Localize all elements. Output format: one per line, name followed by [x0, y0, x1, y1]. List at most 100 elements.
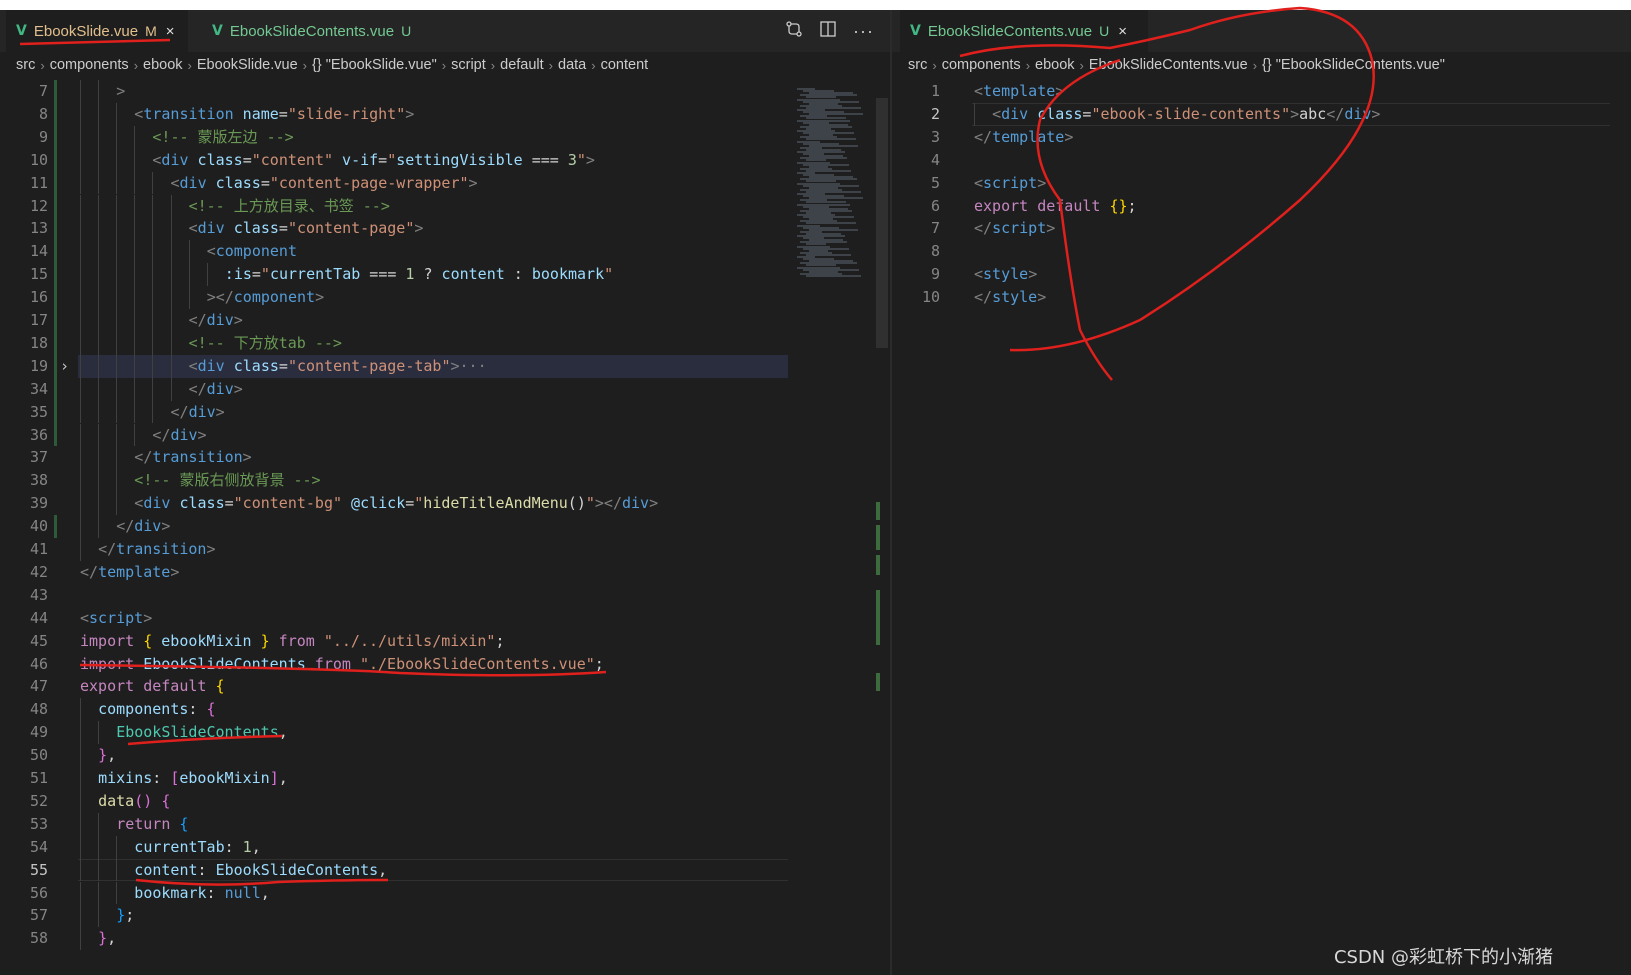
breadcrumb-item[interactable]: components: [942, 57, 1021, 73]
line-number: 8: [38, 104, 48, 123]
breadcrumb-item[interactable]: {} "EbookSlide.vue": [312, 57, 437, 73]
code-line[interactable]: 42 </template>: [0, 561, 790, 584]
code-line[interactable]: 12 <!-- 上方放目录、书签 -->: [0, 194, 790, 218]
breadcrumb-item[interactable]: data: [558, 57, 586, 73]
code-line[interactable]: 17 </div>: [0, 309, 790, 332]
code-line[interactable]: 15:is="currentTab === 1 ? content : book…: [0, 263, 790, 287]
code-token: template: [992, 127, 1065, 146]
breadcrumb-item[interactable]: content: [601, 57, 649, 73]
code-line[interactable]: 53 return {: [0, 812, 790, 836]
code-line[interactable]: 36 </div>: [0, 423, 790, 447]
code-line[interactable]: 5 <script>: [892, 172, 1612, 195]
breadcrumb-item[interactable]: script: [451, 57, 486, 73]
code-line[interactable]: 47 export default {: [0, 675, 790, 698]
code-token: template: [983, 82, 1056, 100]
indent-guide: [116, 377, 118, 401]
code-line[interactable]: 38 <!-- 蒙版右侧放背景 -->: [0, 469, 790, 493]
code-line[interactable]: 34 </div>: [0, 377, 790, 401]
more-actions-icon[interactable]: ···: [853, 21, 874, 42]
code-line[interactable]: 45 import { ebookMixin } from "../../util…: [0, 630, 790, 653]
code-line[interactable]: 10 </style>: [892, 286, 1612, 309]
code-line[interactable]: 55 content: EbookSlideContents,: [0, 858, 790, 882]
code-line[interactable]: 54 currentTab: 1,: [0, 835, 790, 859]
code-line[interactable]: 9 <!-- 蒙版左边 -->: [0, 125, 790, 149]
code-token: "slide-right": [287, 104, 406, 123]
code-token: ,: [107, 746, 117, 765]
indent-guide: [116, 263, 118, 287]
code-line[interactable]: 40 </div>: [0, 515, 790, 538]
code-line[interactable]: 14 <component: [0, 240, 790, 264]
breadcrumb-item[interactable]: {} "EbookSlideContents.vue": [1262, 57, 1445, 73]
close-icon[interactable]: ×: [1118, 23, 1127, 40]
close-icon[interactable]: ×: [166, 23, 175, 40]
breadcrumb-item[interactable]: ebook: [1035, 57, 1075, 73]
code-line[interactable]: 50},: [0, 744, 790, 767]
code-text: </div>: [189, 309, 243, 332]
code-token: content: [134, 860, 198, 879]
breadcrumb-item[interactable]: src: [908, 57, 927, 73]
code-line[interactable]: 56 bookmark: null,: [0, 881, 790, 905]
code-line[interactable]: 16 ></component>: [0, 286, 790, 309]
breadcrumb-item[interactable]: default: [500, 57, 544, 73]
breadcrumb-item[interactable]: EbookSlide.vue: [197, 57, 298, 73]
code-line[interactable]: 10 <div class="content" v-if="settingVisi…: [0, 148, 790, 172]
code-line[interactable]: 46 import EbookSlideContents from "./Eboo…: [0, 653, 790, 676]
code-line[interactable]: 8 <transition name="slide-right">: [0, 102, 790, 126]
indent-guide: [80, 400, 81, 424]
code-line[interactable]: 35 </div>: [0, 400, 790, 424]
code-token: {}: [1109, 196, 1128, 215]
code-line[interactable]: 58},: [0, 927, 790, 951]
code-line[interactable]: 39 <div class="content-bg" @click="hideTi…: [0, 492, 790, 516]
indent-guide: [116, 354, 118, 378]
code-line[interactable]: 8: [892, 240, 1612, 263]
code-line[interactable]: 37 </transition>: [0, 446, 790, 470]
code-line[interactable]: 48 components: {: [0, 698, 790, 722]
code-token: ;: [495, 631, 505, 650]
code-line[interactable]: 3 </template>: [892, 126, 1612, 149]
code-line[interactable]: 13 <div class="content-page">: [0, 217, 790, 241]
vertical-scrollbar[interactable]: [876, 98, 888, 348]
code-line[interactable]: 9 <style>: [892, 263, 1612, 286]
code-line[interactable]: 6 export default {};: [892, 195, 1612, 218]
code-line[interactable]: 51 mixins: [ebookMixin],: [0, 767, 790, 790]
breadcrumb-item[interactable]: ebook: [143, 57, 183, 73]
code-text: import { ebookMixin } from "../../utils/…: [80, 630, 504, 653]
breadcrumb-item[interactable]: EbookSlideContents.vue: [1089, 57, 1248, 73]
git-change-bar[interactable]: [54, 80, 57, 447]
code-text: <component: [207, 240, 297, 263]
code-line[interactable]: 18 <!-- 下方放tab -->: [0, 331, 790, 355]
line-number: 16: [29, 288, 48, 307]
code-line[interactable]: 1 <template>: [892, 80, 1612, 103]
tab-ebookslidecontents-vue[interactable]: V EbookSlideContents.vue U: [202, 10, 428, 52]
split-editor-icon[interactable]: [819, 20, 837, 43]
indent-guide: [134, 263, 136, 287]
indent-guide: [98, 881, 100, 905]
code-token: </: [974, 219, 993, 238]
code-line[interactable]: 4: [892, 149, 1612, 172]
code-line[interactable]: 19 › <div class="content-page-tab">···: [0, 354, 790, 378]
code-token: mixins: [98, 769, 153, 787]
code-line[interactable]: 52 data() {: [0, 789, 790, 813]
minimap[interactable]: [793, 80, 875, 410]
code-line[interactable]: 57};: [0, 904, 790, 928]
code-token: class: [188, 150, 243, 169]
indent-guide: [134, 217, 136, 241]
tab-ebookslidecontents-vue[interactable]: V EbookSlideContents.vue U ×: [900, 10, 1148, 52]
code-line[interactable]: 11 <div class="content-page-wrapper">: [0, 171, 790, 195]
code-line[interactable]: 7 >: [0, 80, 790, 103]
git-change-bar[interactable]: [54, 515, 57, 538]
code-line[interactable]: 43: [0, 584, 790, 607]
compare-changes-icon[interactable]: [785, 20, 803, 43]
line-number: 39: [29, 494, 48, 513]
tab-ebookslide-vue[interactable]: V EbookSlide.vue M ×: [6, 10, 188, 52]
code-line[interactable]: 2 <div class="ebook-slide-contents">abc</…: [892, 102, 1612, 126]
indent-guide: [98, 148, 100, 172]
code-line[interactable]: 44 <script>: [0, 607, 790, 630]
code-line[interactable]: 7 </script>: [892, 217, 1612, 240]
code-line[interactable]: 49 EbookSlideContents,: [0, 721, 790, 745]
code-line[interactable]: 41 </transition>: [0, 538, 790, 561]
breadcrumb-item[interactable]: components: [50, 57, 129, 73]
fold-chevron-icon[interactable]: ›: [60, 355, 69, 378]
breadcrumb-item[interactable]: src: [16, 57, 35, 73]
line-number: 38: [29, 471, 48, 490]
